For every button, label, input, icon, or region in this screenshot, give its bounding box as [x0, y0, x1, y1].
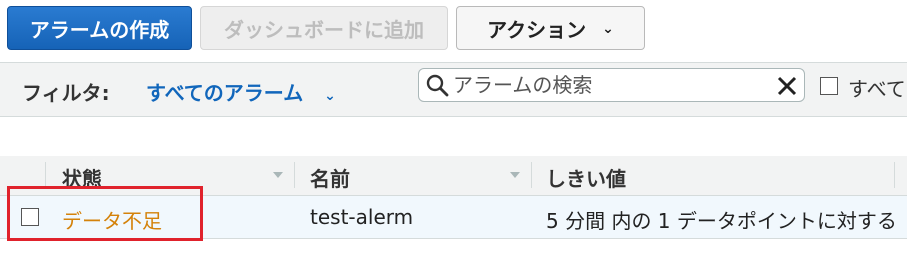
column-header-name[interactable]: 名前: [310, 163, 350, 192]
alarm-threshold: 5 分間 内の 1 データポイントに対する: [546, 209, 897, 233]
alarm-filter-value: すべてのアラーム: [146, 81, 304, 105]
column-divider: [894, 162, 895, 188]
alarm-filter-dropdown[interactable]: すべてのアラーム ⌄: [146, 77, 336, 106]
highlight-box: [7, 186, 203, 241]
sort-icon[interactable]: [510, 172, 520, 178]
chevron-down-icon: ⌄: [602, 21, 614, 37]
filter-label: フィルタ:: [22, 81, 110, 105]
clear-search-icon[interactable]: [776, 75, 798, 97]
actions-label: アクション: [487, 17, 587, 42]
add-to-dashboard-button[interactable]: ダッシュボードに追加: [200, 6, 448, 50]
search-icon: [426, 74, 449, 97]
actions-button[interactable]: アクション ⌄: [456, 6, 645, 50]
column-divider: [45, 162, 46, 188]
show-all-checkbox[interactable]: [820, 77, 838, 95]
alarm-name[interactable]: test-alerm: [310, 205, 413, 229]
chevron-down-icon: ⌄: [324, 88, 336, 104]
create-alarm-button[interactable]: アラームの作成: [7, 6, 192, 50]
search-box: [418, 68, 805, 102]
column-header-threshold[interactable]: しきい値: [546, 163, 626, 192]
column-divider: [531, 162, 532, 188]
search-input[interactable]: [453, 72, 771, 98]
show-all-label: すべて: [848, 77, 906, 101]
column-divider: [294, 162, 295, 188]
sort-icon[interactable]: [273, 172, 283, 178]
